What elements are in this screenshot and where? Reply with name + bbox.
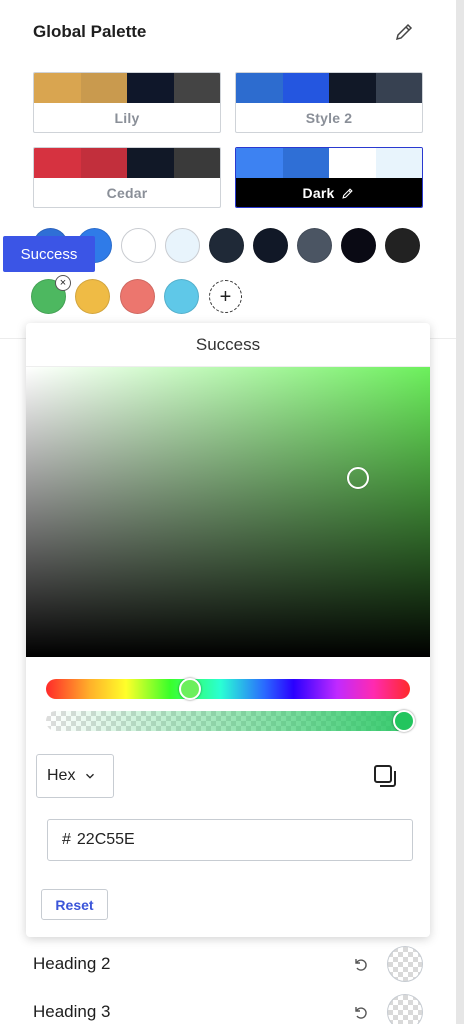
heading-row: Heading 2 bbox=[33, 944, 433, 984]
palette-dark[interactable]: Dark bbox=[235, 147, 423, 208]
picker-title: Success bbox=[26, 323, 430, 367]
color-swatch[interactable] bbox=[297, 228, 332, 263]
color-picker-popover: Success Hex # 22C55E Reset bbox=[26, 323, 430, 937]
color-swatch[interactable] bbox=[75, 279, 110, 314]
palette-color bbox=[34, 148, 81, 178]
pencil-icon bbox=[395, 23, 413, 41]
hex-input[interactable]: # 22C55E bbox=[47, 819, 413, 861]
palette-color-strip bbox=[34, 148, 220, 178]
alpha-slider[interactable] bbox=[46, 711, 410, 731]
hue-handle[interactable] bbox=[179, 678, 201, 700]
color-preview-swatch[interactable] bbox=[387, 994, 423, 1024]
panel-title: Global Palette bbox=[33, 22, 147, 41]
palette-color bbox=[282, 148, 329, 178]
palette-color bbox=[375, 73, 422, 103]
alpha-gradient bbox=[46, 711, 410, 731]
palette-color bbox=[34, 73, 81, 103]
palette-color bbox=[236, 73, 283, 103]
palette-color-strip bbox=[236, 73, 422, 103]
palette-color-strip bbox=[236, 148, 422, 178]
palette-name: Cedar bbox=[106, 185, 148, 201]
add-color-button[interactable]: + bbox=[209, 280, 242, 313]
palette-color bbox=[282, 73, 329, 103]
global-palette-panel: Global Palette Lily Style 2 Cedar Dark ×… bbox=[0, 0, 464, 1024]
palette-color bbox=[80, 148, 127, 178]
palette-lily[interactable]: Lily bbox=[33, 72, 221, 133]
hue-slider[interactable] bbox=[46, 679, 410, 699]
reset-button[interactable]: Reset bbox=[41, 889, 108, 920]
saturation-value-area[interactable] bbox=[26, 367, 430, 657]
copy-icon bbox=[374, 765, 396, 787]
plus-icon: + bbox=[219, 285, 232, 308]
hash-prefix: # bbox=[62, 831, 71, 848]
close-icon: × bbox=[59, 276, 67, 289]
color-swatch[interactable] bbox=[253, 228, 288, 263]
palette-color bbox=[329, 148, 376, 178]
color-format-select[interactable]: Hex bbox=[36, 754, 114, 798]
chevron-down-icon bbox=[86, 773, 95, 779]
palette-color bbox=[329, 73, 376, 103]
hex-value: 22C55E bbox=[76, 831, 135, 848]
palette-color bbox=[375, 148, 422, 178]
scrollbar[interactable] bbox=[456, 0, 464, 1024]
palette-color-strip bbox=[34, 73, 220, 103]
palette-color bbox=[173, 148, 220, 178]
heading-label: Heading 2 bbox=[33, 954, 111, 973]
palette-name: Lily bbox=[114, 110, 140, 126]
palette-color bbox=[127, 73, 174, 103]
undo-icon[interactable] bbox=[352, 1004, 368, 1020]
color-swatch[interactable] bbox=[385, 228, 420, 263]
format-value: Hex bbox=[47, 767, 76, 784]
palette-color bbox=[80, 73, 127, 103]
color-swatch[interactable] bbox=[164, 279, 199, 314]
remove-swatch-button[interactable]: × bbox=[55, 275, 71, 291]
pencil-icon[interactable] bbox=[340, 186, 355, 201]
palette-color bbox=[173, 73, 220, 103]
color-swatch[interactable] bbox=[341, 228, 376, 263]
palette-color bbox=[236, 148, 283, 178]
color-swatch[interactable] bbox=[121, 228, 156, 263]
palette-cedar[interactable]: Cedar bbox=[33, 147, 221, 208]
palette-color bbox=[127, 148, 174, 178]
heading-row: Heading 3 bbox=[33, 992, 433, 1024]
edit-palette-button[interactable] bbox=[392, 20, 416, 44]
palette-name: Style 2 bbox=[305, 110, 353, 126]
palette-style-2[interactable]: Style 2 bbox=[235, 72, 423, 133]
color-swatch[interactable] bbox=[120, 279, 155, 314]
color-swatch[interactable] bbox=[209, 228, 244, 263]
heading-label: Heading 3 bbox=[33, 1002, 111, 1021]
color-preview-swatch[interactable] bbox=[387, 946, 423, 982]
alpha-handle[interactable] bbox=[393, 710, 415, 732]
swatch-tooltip: Success bbox=[3, 236, 95, 272]
copy-color-button[interactable] bbox=[372, 763, 398, 789]
palette-name: Dark bbox=[302, 185, 335, 201]
palette-name-row: Dark bbox=[236, 178, 422, 207]
saturation-handle[interactable] bbox=[347, 467, 369, 489]
color-swatch[interactable] bbox=[165, 228, 200, 263]
undo-icon[interactable] bbox=[352, 956, 368, 972]
